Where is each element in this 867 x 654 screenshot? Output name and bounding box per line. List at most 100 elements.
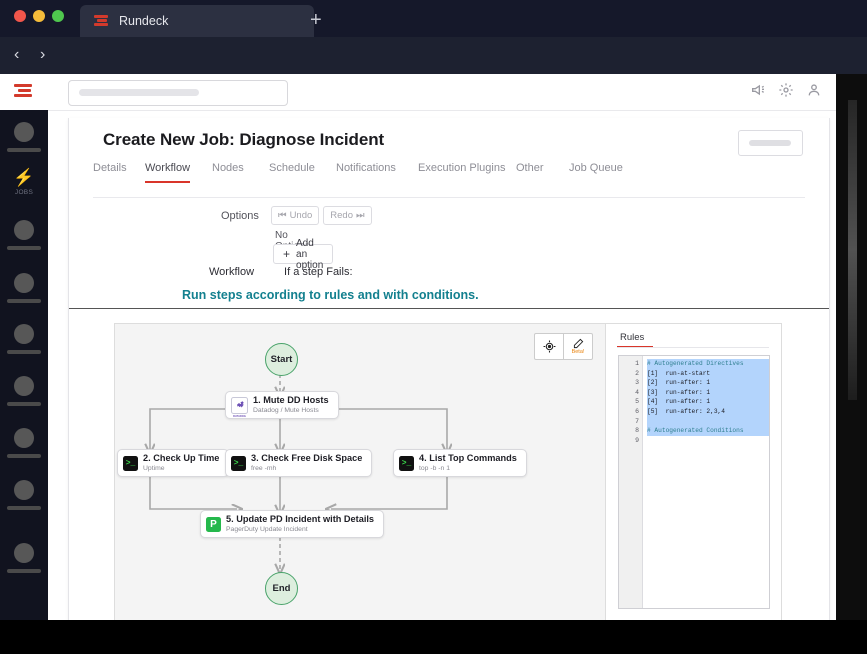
code-line: [3] run-after: 1 xyxy=(647,387,769,398)
workflow-label: Workflow xyxy=(209,266,255,278)
new-tab-button[interactable]: + xyxy=(310,10,322,30)
close-window-button[interactable] xyxy=(14,10,26,22)
search-input[interactable] xyxy=(68,80,288,106)
workflow-step-4-title: 4. List Top Commands xyxy=(419,452,517,463)
app-header xyxy=(0,74,836,111)
redo-button[interactable]: Redo ⏭ xyxy=(323,206,372,225)
end-node[interactable]: End xyxy=(265,572,298,605)
rundeck-logo[interactable] xyxy=(14,83,34,101)
rail-label-bar xyxy=(7,402,41,406)
workflow-step-1-text: 1. Mute DD Hosts Datadog / Mute Hosts xyxy=(253,394,329,414)
tab-job-queue[interactable]: Job Queue xyxy=(569,162,623,174)
workflow-step-4-text: 4. List Top Commands top -b -n 1 xyxy=(419,452,517,473)
line-number: 4 xyxy=(635,388,639,396)
sidebar-item-jobs[interactable]: ⚡ JOBS xyxy=(0,166,48,212)
line-number: 8 xyxy=(635,427,639,435)
line-number: 5 xyxy=(635,398,639,406)
tab-details[interactable]: Details xyxy=(93,162,127,174)
undo-button[interactable]: ⏮ Undo xyxy=(271,206,320,225)
user-icon[interactable] xyxy=(806,82,822,98)
tab-nodes[interactable]: Nodes xyxy=(212,162,244,174)
application-window: ⚡ JOBS Create New Job: Diagnose Incident… xyxy=(0,74,836,620)
datadog-icon-caption: DATADOG xyxy=(233,414,246,418)
undo-redo-group: ⏮ Undo Redo ⏭ xyxy=(271,206,372,225)
gear-icon[interactable] xyxy=(778,82,794,98)
workflow-step-4[interactable]: >_ 4. List Top Commands top -b -n 1 xyxy=(393,449,527,477)
code-line: # Autogenerated Directives xyxy=(647,359,769,369)
rail-avatar-icon xyxy=(14,543,34,563)
workflow-step-5-title: 5. Update PD Incident with Details xyxy=(226,513,375,524)
rail-avatar-icon xyxy=(14,273,34,293)
step-fail-label: If a step Fails: xyxy=(284,266,353,278)
line-number: 3 xyxy=(635,379,639,387)
rail-label-bar xyxy=(7,299,41,303)
workflow-step-1-title: 1. Mute DD Hosts xyxy=(253,394,329,405)
edit-mode-button[interactable]: Beta! xyxy=(563,334,592,359)
workflow-step-2-title: 2. Check Up Time xyxy=(143,452,220,463)
browser-tab[interactable]: Rundeck xyxy=(80,5,314,37)
rail-label-bar xyxy=(7,246,41,250)
tab-workflow[interactable]: Workflow xyxy=(145,162,191,183)
left-nav-rail: ⚡ JOBS xyxy=(0,110,48,620)
undo-label: Undo xyxy=(289,210,313,221)
redo-glyph: ⏭ xyxy=(356,210,365,221)
megaphone-icon[interactable] xyxy=(750,82,766,98)
forward-icon[interactable]: › xyxy=(40,46,45,64)
workflow-step-5[interactable]: P 5. Update PD Incident with Details Pag… xyxy=(200,510,385,538)
canvas-separator xyxy=(69,308,829,309)
workflow-canvas[interactable]: Beta! Start DATADOG 1. Mute DD Hosts Dat… xyxy=(114,323,605,620)
rules-code-editor[interactable]: 1 2 3 4 5 6 7 8 9 # Autogenerated Direct… xyxy=(618,355,770,609)
workflow-step-2-text: 2. Check Up Time Uptime xyxy=(143,452,220,472)
tab-divider xyxy=(93,197,805,198)
crosshair-target-icon xyxy=(543,340,555,353)
code-line: [2] run-after: 1 xyxy=(647,378,769,388)
tab-other[interactable]: Other xyxy=(516,162,544,174)
options-label: Options xyxy=(221,210,259,222)
tab-schedule[interactable]: Schedule xyxy=(269,162,315,174)
code-line: [4] run-after: 1 xyxy=(647,397,769,407)
job-editor-card: Create New Job: Diagnose Incident Detail… xyxy=(68,118,830,620)
workflow-step-2[interactable]: >_ 2. Check Up Time Uptime xyxy=(117,449,230,477)
header-action-button[interactable] xyxy=(738,130,803,156)
start-node[interactable]: Start xyxy=(265,343,298,376)
workflow-step-3-subtitle: free -mh xyxy=(251,465,277,473)
focus-view-button[interactable] xyxy=(535,334,563,359)
editor-content[interactable]: # Autogenerated Directives [1] run-at-st… xyxy=(643,356,769,608)
pencil-icon xyxy=(573,338,583,349)
back-icon[interactable]: ‹ xyxy=(14,46,19,64)
terminal-icon: >_ xyxy=(231,455,246,471)
canvas-toolbar: Beta! xyxy=(534,333,593,360)
rail-item-8[interactable] xyxy=(0,535,48,597)
job-tabs: Details Workflow Nodes Schedule Notifica… xyxy=(93,162,805,190)
maximize-window-button[interactable] xyxy=(52,10,64,22)
search-placeholder-bar xyxy=(79,89,199,96)
screenshot-root: Rundeck + ‹ › ⚡ JOBS Create New Job: Dia… xyxy=(0,0,867,654)
add-option-button[interactable]: + Add an option xyxy=(273,238,334,271)
code-line: [5] run-after: 2,3,4 xyxy=(647,406,769,417)
undo-glyph: ⏮ xyxy=(278,210,287,221)
workflow-step-3[interactable]: >_ 3. Check Free Disk Space free -mh xyxy=(225,449,373,477)
editor-line-numbers: 1 2 3 4 5 6 7 8 9 xyxy=(619,356,643,608)
line-number: 7 xyxy=(635,417,639,425)
vertical-scrollbar[interactable] xyxy=(848,100,857,400)
terminal-icon: >_ xyxy=(399,455,414,471)
beta-badge: Beta! xyxy=(571,349,585,355)
rail-avatar-icon xyxy=(14,122,34,142)
tab-rules[interactable]: Rules xyxy=(616,332,654,348)
rail-avatar-icon xyxy=(14,376,34,396)
window-controls[interactable] xyxy=(14,10,64,22)
rail-item-7[interactable] xyxy=(0,472,48,534)
rail-label-bar xyxy=(7,350,41,354)
workflow-editor: Beta! Start DATADOG 1. Mute DD Hosts Dat… xyxy=(114,323,819,620)
workflow-step-1[interactable]: DATADOG 1. Mute DD Hosts Datadog / Mute … xyxy=(225,391,339,419)
line-number: 2 xyxy=(635,369,639,377)
tab-notifications[interactable]: Notifications xyxy=(336,162,396,174)
header-action-placeholder xyxy=(749,140,791,146)
minimize-window-button[interactable] xyxy=(33,10,45,22)
code-line: [1] run-at-start xyxy=(647,368,769,379)
rail-label-bar xyxy=(7,148,41,152)
workflow-step-4-subtitle: top -b -n 1 xyxy=(419,465,450,473)
workflow-step-3-title: 3. Check Free Disk Space xyxy=(251,452,363,463)
pagerduty-icon: P xyxy=(206,516,221,532)
tab-execution-plugins[interactable]: Execution Plugins xyxy=(418,162,505,174)
